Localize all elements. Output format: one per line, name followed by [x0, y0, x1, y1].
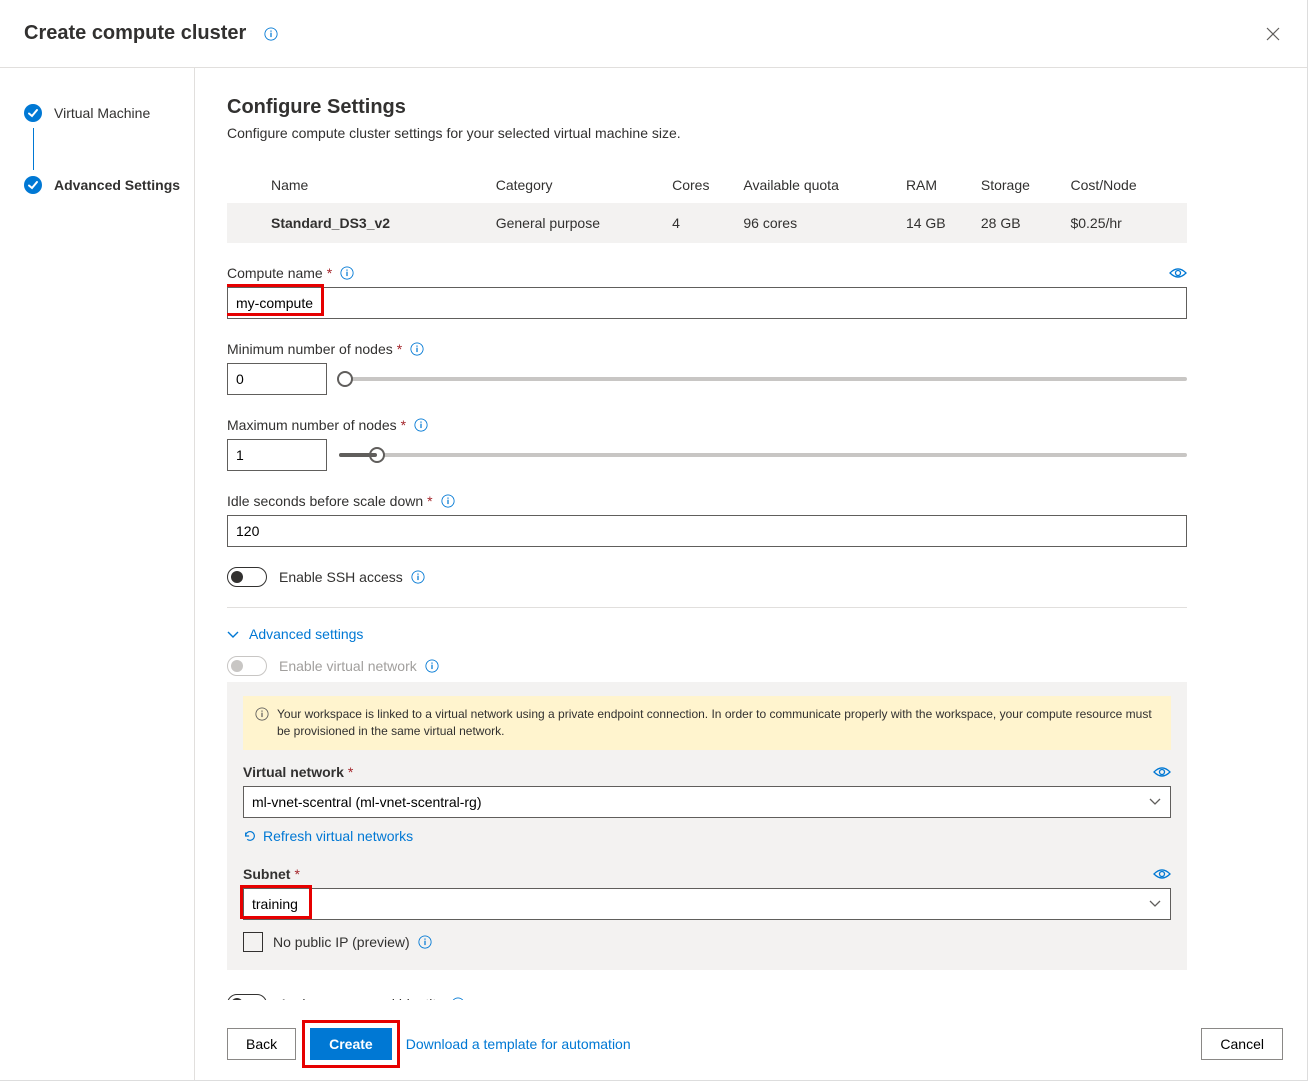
required-asterisk: *	[427, 493, 432, 509]
close-button[interactable]	[1261, 22, 1285, 46]
subnet-label: Subnet	[243, 866, 290, 882]
required-asterisk: *	[401, 417, 406, 433]
dialog-header: Create compute cluster	[0, 0, 1307, 68]
min-nodes-input[interactable]	[227, 363, 327, 395]
vnet-label: Virtual network	[243, 764, 344, 780]
required-asterisk: *	[294, 866, 299, 882]
refresh-vnets-link[interactable]: Refresh virtual networks	[243, 828, 1171, 844]
col-category: Category	[496, 167, 672, 203]
min-nodes-label: Minimum number of nodes	[227, 341, 393, 357]
info-icon[interactable]	[425, 659, 439, 673]
check-icon	[24, 176, 42, 194]
col-quota: Available quota	[743, 167, 906, 203]
enable-vnet-label: Enable virtual network	[279, 658, 417, 674]
cell-cost: $0.25/hr	[1070, 203, 1187, 243]
preview-icon[interactable]	[1153, 766, 1171, 778]
max-nodes-slider[interactable]	[339, 445, 1187, 465]
required-asterisk: *	[327, 265, 332, 281]
min-nodes-slider[interactable]	[339, 369, 1187, 389]
managed-identity-toggle[interactable]	[227, 994, 267, 1000]
info-icon[interactable]	[264, 27, 278, 41]
vm-spec-table: Name Category Cores Available quota RAM …	[227, 167, 1187, 243]
section-description: Configure compute cluster settings for y…	[227, 125, 1187, 141]
info-icon[interactable]	[414, 418, 428, 432]
managed-identity-label: Assign a managed identity	[279, 996, 443, 1000]
cell-ram: 14 GB	[906, 203, 981, 243]
enable-ssh-label: Enable SSH access	[279, 569, 403, 585]
required-asterisk: *	[348, 764, 353, 780]
info-icon[interactable]	[418, 935, 432, 949]
compute-name-input[interactable]	[227, 287, 1187, 319]
advanced-settings-label: Advanced settings	[249, 626, 363, 642]
no-public-ip-checkbox[interactable]	[243, 932, 263, 952]
section-title: Configure Settings	[227, 96, 1187, 119]
max-nodes-input[interactable]	[227, 439, 327, 471]
no-public-ip-label: No public IP (preview)	[273, 934, 410, 950]
step-virtual-machine[interactable]: Virtual Machine	[0, 98, 194, 128]
cancel-button[interactable]: Cancel	[1201, 1028, 1283, 1060]
col-storage: Storage	[981, 167, 1071, 203]
info-icon[interactable]	[451, 997, 465, 1000]
table-row[interactable]: Standard_DS3_v2 General purpose 4 96 cor…	[227, 203, 1187, 243]
idle-seconds-input[interactable]	[227, 515, 1187, 547]
cell-category: General purpose	[496, 203, 672, 243]
advanced-settings-expander[interactable]: Advanced settings	[227, 626, 1187, 642]
refresh-vnets-label: Refresh virtual networks	[263, 828, 413, 844]
step-label: Advanced Settings	[54, 177, 180, 193]
create-button[interactable]: Create	[310, 1028, 392, 1060]
back-button[interactable]: Back	[227, 1028, 296, 1060]
cell-cores: 4	[672, 203, 743, 243]
info-icon[interactable]	[411, 570, 425, 584]
info-icon[interactable]	[410, 342, 424, 356]
step-label: Virtual Machine	[54, 105, 150, 121]
dialog-footer: Back Create Download a template for auto…	[227, 1028, 1283, 1060]
info-icon[interactable]	[340, 266, 354, 280]
preview-icon[interactable]	[1169, 267, 1187, 279]
info-banner-text: Your workspace is linked to a virtual ne…	[277, 706, 1159, 740]
info-banner: Your workspace is linked to a virtual ne…	[243, 696, 1171, 750]
vnet-select[interactable]	[243, 786, 1171, 818]
idle-seconds-label: Idle seconds before scale down	[227, 493, 423, 509]
max-nodes-label: Maximum number of nodes	[227, 417, 397, 433]
compute-name-label: Compute name	[227, 265, 323, 281]
cell-quota: 96 cores	[743, 203, 906, 243]
col-ram: RAM	[906, 167, 981, 203]
download-template-link[interactable]: Download a template for automation	[406, 1036, 631, 1052]
col-cost: Cost/Node	[1070, 167, 1187, 203]
step-connector	[33, 128, 34, 170]
preview-icon[interactable]	[1153, 868, 1171, 880]
main-content: Configure Settings Configure compute clu…	[195, 68, 1307, 1080]
check-icon	[24, 104, 42, 122]
step-advanced-settings[interactable]: Advanced Settings	[0, 170, 194, 200]
info-icon[interactable]	[441, 494, 455, 508]
col-name: Name	[227, 167, 496, 203]
enable-ssh-toggle[interactable]	[227, 567, 267, 587]
required-asterisk: *	[397, 341, 402, 357]
network-settings-panel: Your workspace is linked to a virtual ne…	[227, 682, 1187, 970]
col-cores: Cores	[672, 167, 743, 203]
wizard-steps: Virtual Machine Advanced Settings	[0, 68, 195, 1080]
subnet-select[interactable]	[243, 888, 1171, 920]
enable-vnet-toggle	[227, 656, 267, 676]
dialog-title: Create compute cluster	[24, 22, 246, 45]
cell-name: Standard_DS3_v2	[227, 203, 496, 243]
cell-storage: 28 GB	[981, 203, 1071, 243]
